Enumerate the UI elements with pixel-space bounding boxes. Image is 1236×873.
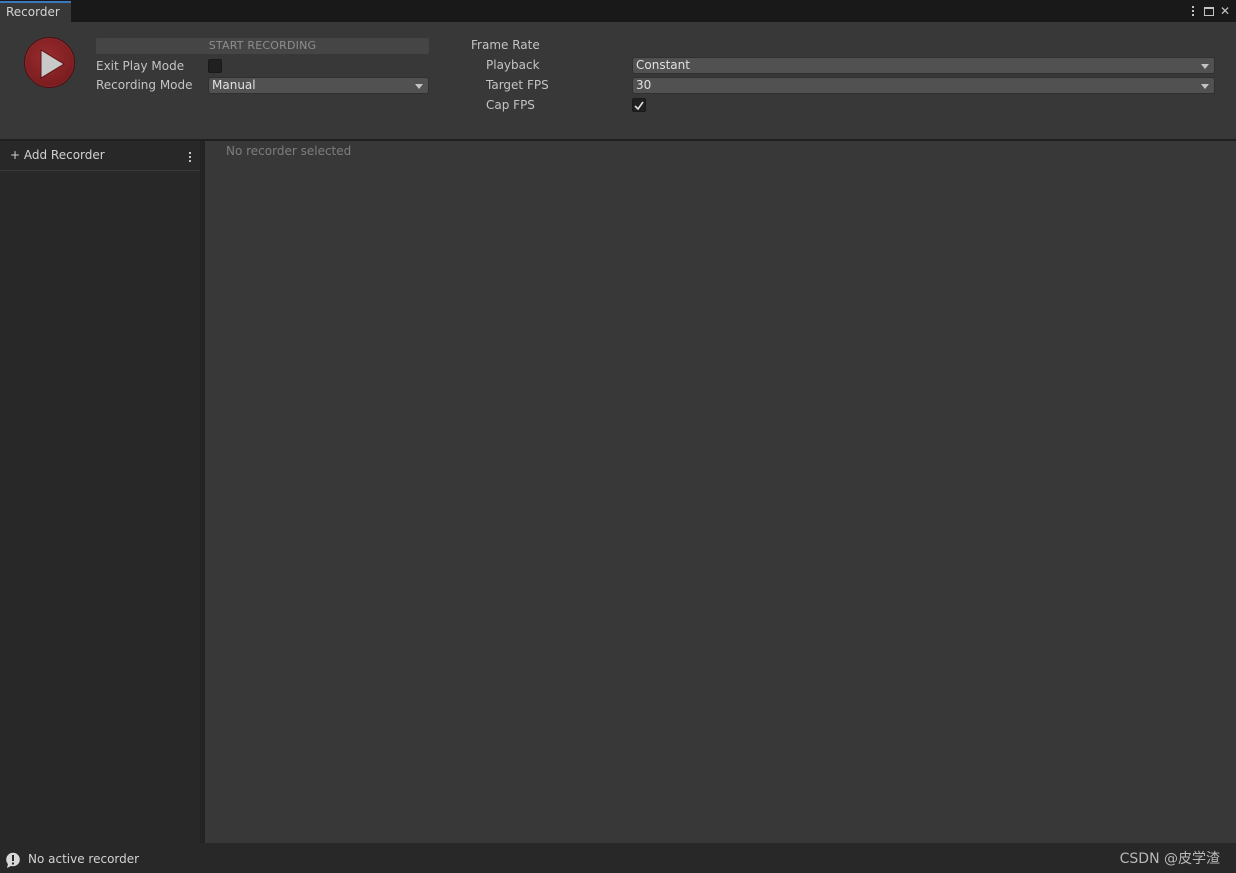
target-fps-value: 30 bbox=[636, 78, 652, 92]
watermark: CSDN @皮学渣 bbox=[1119, 851, 1220, 867]
empty-state-message: No recorder selected bbox=[226, 144, 352, 158]
playback-value: Constant bbox=[636, 58, 690, 72]
target-fps-label: Target FPS bbox=[486, 78, 549, 92]
window-tab-bar: Recorder ✕ bbox=[0, 0, 1236, 22]
recorder-list-sidebar: + Add Recorder bbox=[0, 141, 200, 843]
start-recording-button[interactable]: START RECORDING bbox=[96, 38, 429, 54]
sidebar-menu-icon[interactable] bbox=[189, 152, 191, 162]
recording-mode-label: Recording Mode bbox=[96, 78, 193, 92]
more-menu-icon[interactable] bbox=[1188, 4, 1198, 18]
recorder-settings-area: No recorder selected bbox=[205, 141, 1236, 843]
play-triangle-icon bbox=[40, 49, 65, 79]
tab-recorder[interactable]: Recorder bbox=[0, 1, 71, 22]
checkmark-icon bbox=[634, 101, 644, 110]
window-controls: ✕ bbox=[1188, 3, 1230, 19]
target-fps-dropdown[interactable]: 30 bbox=[632, 77, 1215, 94]
cap-fps-checkbox[interactable] bbox=[632, 98, 646, 112]
recording-mode-dropdown[interactable]: Manual bbox=[208, 77, 429, 94]
exit-play-mode-label: Exit Play Mode bbox=[96, 59, 185, 73]
warning-bubble-icon bbox=[6, 852, 20, 868]
exit-play-mode-checkbox[interactable] bbox=[208, 59, 222, 73]
cap-fps-label: Cap FPS bbox=[486, 98, 535, 112]
status-bar: No active recorder CSDN @皮学渣 bbox=[0, 843, 1236, 873]
frame-rate-heading: Frame Rate bbox=[471, 38, 540, 52]
status-text: No active recorder bbox=[28, 852, 140, 866]
chevron-down-icon bbox=[415, 84, 423, 89]
recording-mode-value: Manual bbox=[212, 78, 256, 92]
add-recorder-button[interactable]: + Add Recorder bbox=[10, 148, 105, 162]
close-icon[interactable]: ✕ bbox=[1220, 4, 1230, 18]
maximize-icon[interactable] bbox=[1204, 4, 1214, 18]
playback-dropdown[interactable]: Constant bbox=[632, 57, 1215, 74]
playback-label: Playback bbox=[486, 58, 540, 72]
sidebar-header: + Add Recorder bbox=[0, 141, 200, 171]
record-button[interactable] bbox=[24, 37, 75, 88]
chevron-down-icon bbox=[1201, 84, 1209, 89]
recorder-settings-panel: START RECORDING Exit Play Mode Recording… bbox=[0, 22, 1236, 139]
chevron-down-icon bbox=[1201, 64, 1209, 69]
